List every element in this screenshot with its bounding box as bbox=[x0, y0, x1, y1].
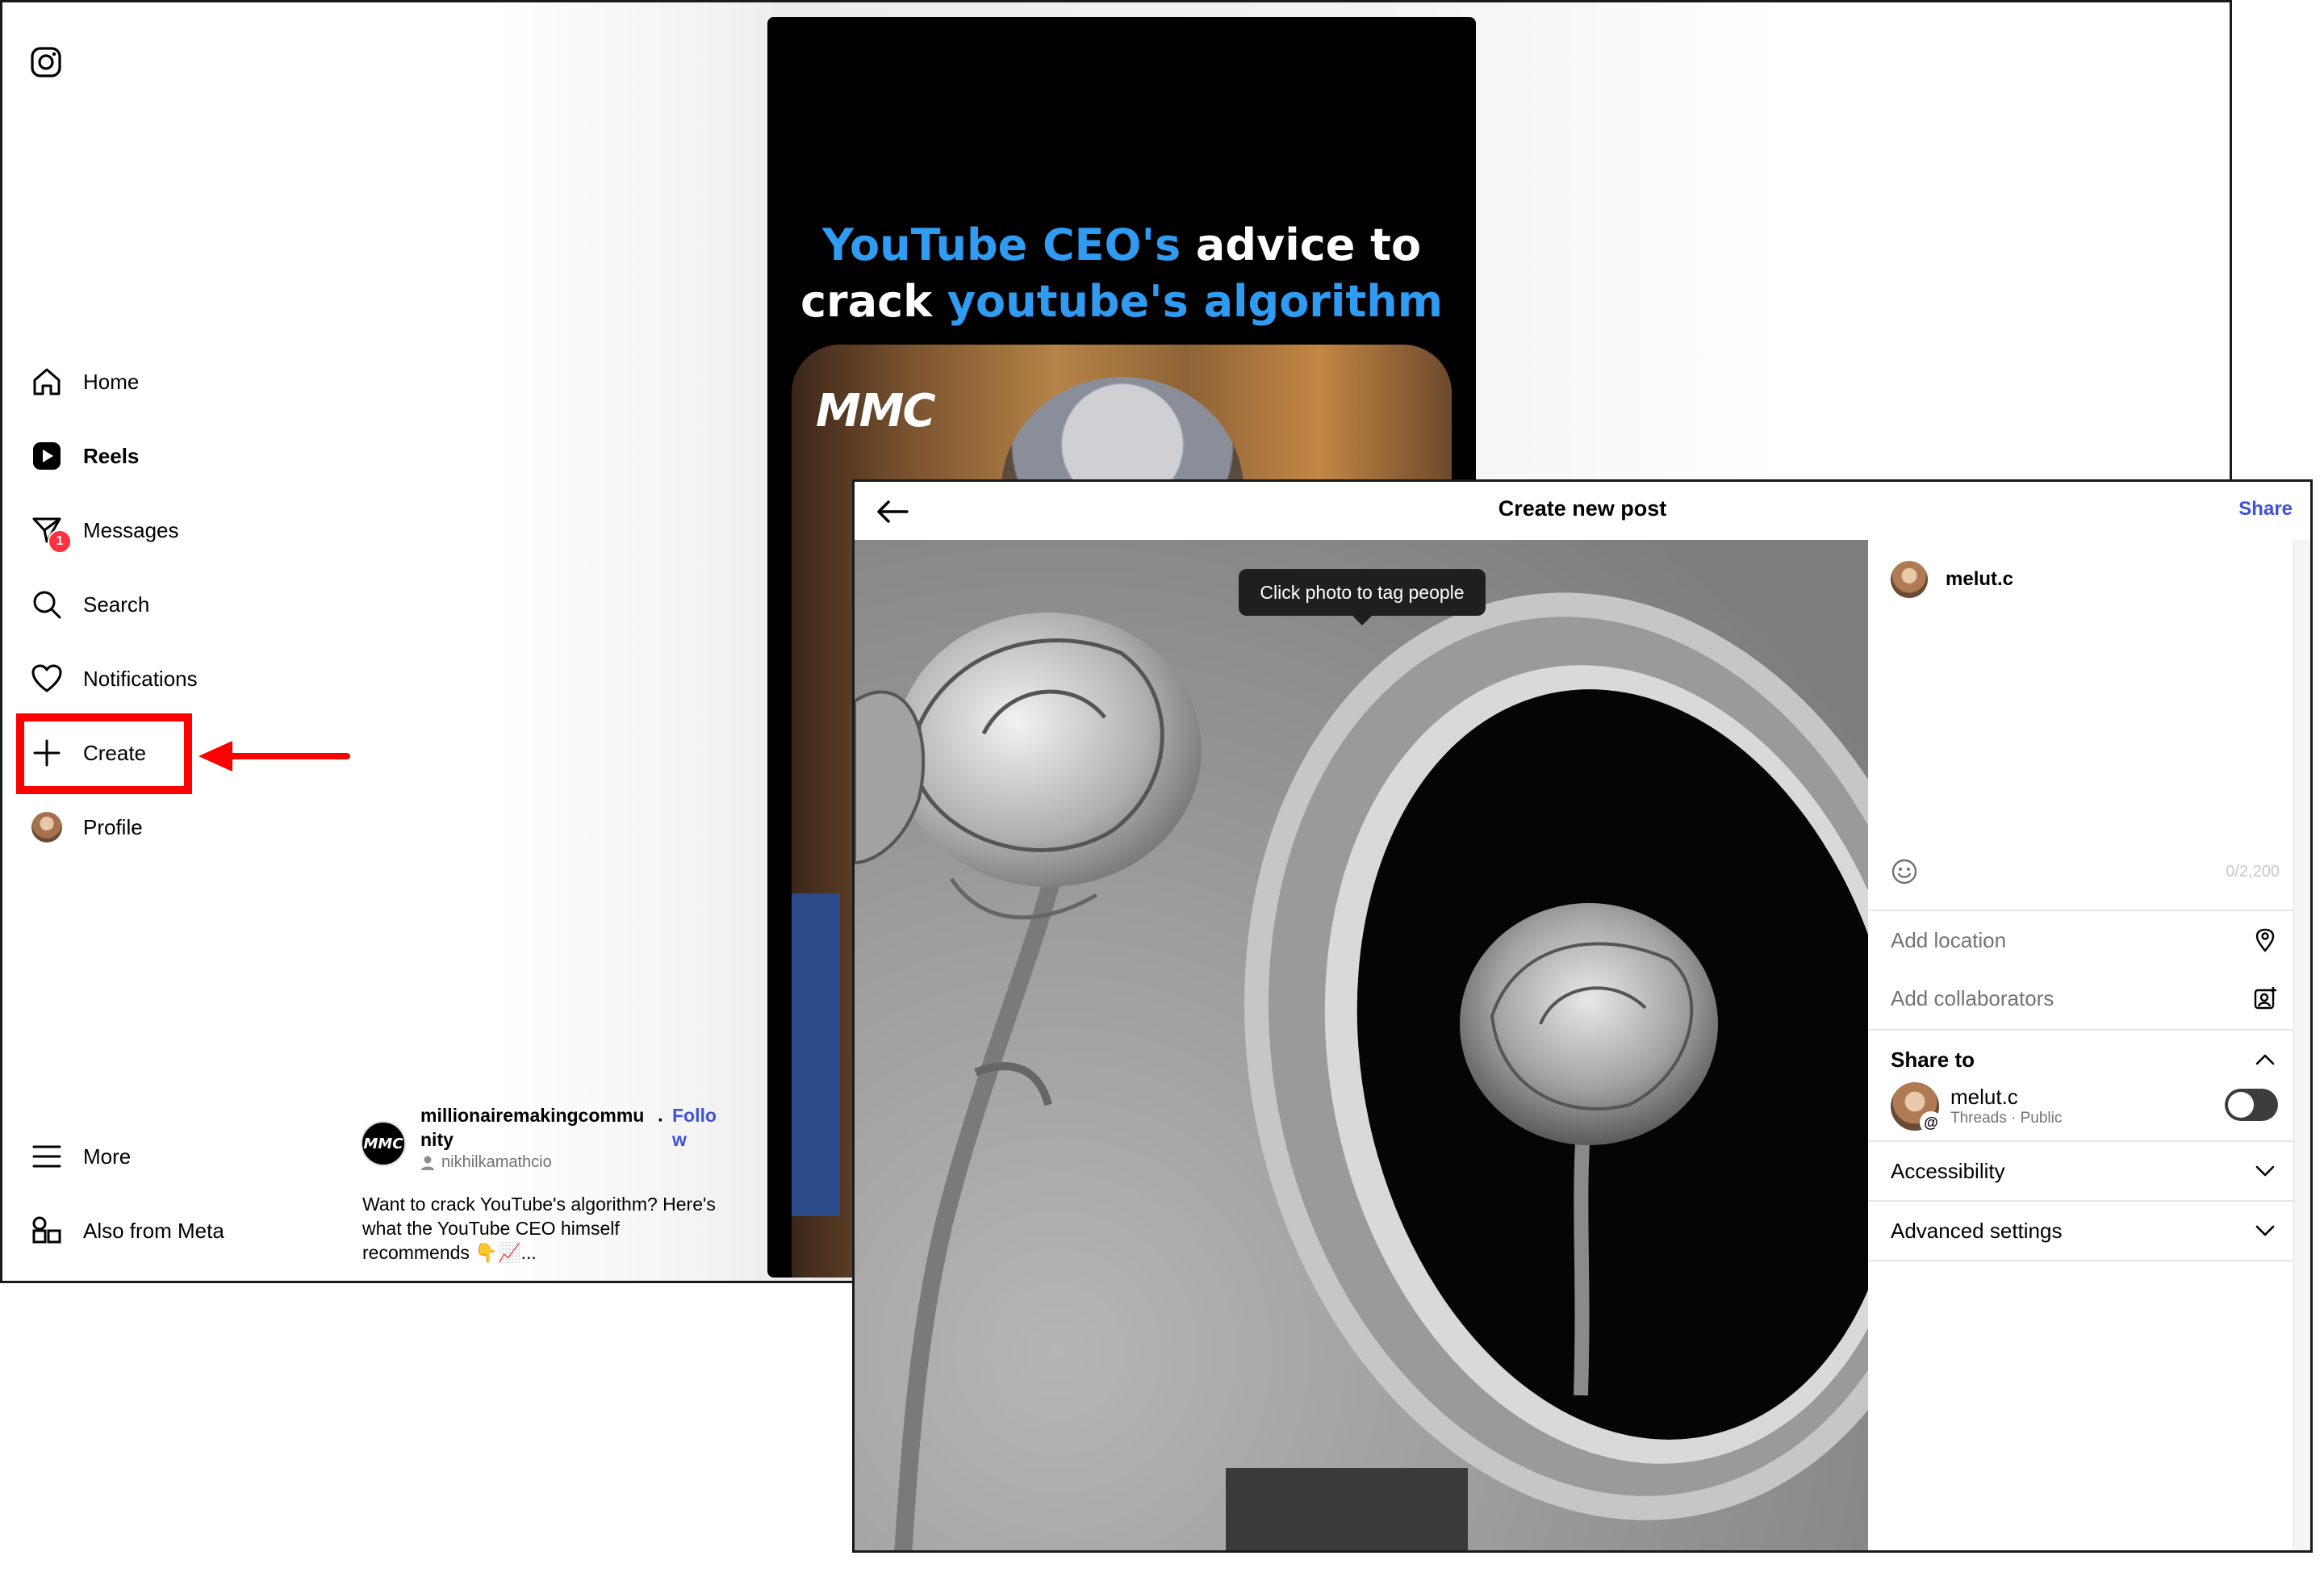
reel-audio-label: nikhilkamathcio bbox=[441, 1153, 552, 1171]
location-pin-icon bbox=[2252, 927, 2278, 953]
separator-dot: · bbox=[658, 1110, 664, 1131]
heart-icon bbox=[30, 662, 64, 696]
modal-title: Create new post bbox=[1498, 496, 1667, 521]
toggle-knob bbox=[2228, 1092, 2254, 1118]
reel-title-part: advice to bbox=[1181, 220, 1422, 270]
advanced-settings-section[interactable]: Advanced settings bbox=[1868, 1202, 2299, 1260]
threads-icon: @ bbox=[1920, 1111, 1942, 1134]
meta-apps-icon bbox=[30, 1214, 64, 1248]
threads-username: melut.c bbox=[1950, 1085, 2018, 1109]
share-to-label: Share to bbox=[1891, 1047, 1975, 1072]
sidebar-item-label: Messages bbox=[83, 517, 179, 542]
post-photo[interactable]: Click photo to tag people bbox=[855, 540, 1868, 1550]
reel-watermark: MMC bbox=[816, 385, 936, 437]
sidebar-item-home[interactable]: Home bbox=[30, 358, 139, 406]
avatar bbox=[1891, 561, 1928, 598]
sidebar-item-label: Profile bbox=[83, 814, 143, 839]
sidebar-item-label: Reels bbox=[83, 443, 140, 468]
notification-badge: 1 bbox=[48, 529, 72, 554]
rose-mirror-photo bbox=[855, 540, 1868, 1550]
advanced-settings-label: Advanced settings bbox=[1891, 1218, 2063, 1243]
reel-title-part: YouTube CEO's bbox=[821, 220, 1181, 270]
emoji-icon[interactable] bbox=[1891, 858, 1918, 885]
reel-author-username[interactable]: millionairemakingcommunity bbox=[420, 1103, 654, 1152]
reel-title-part: crack bbox=[800, 276, 947, 327]
share-to-threads-row: @ melut.c Threads · Public bbox=[1891, 1081, 2278, 1134]
home-icon bbox=[30, 365, 64, 399]
profile-avatar-wrapper bbox=[30, 810, 64, 844]
add-location-row[interactable]: Add location bbox=[1868, 911, 2299, 969]
threads-visibility: Threads · Public bbox=[1950, 1110, 2063, 1127]
chevron-down-icon bbox=[2252, 1158, 2278, 1184]
reel-audio[interactable]: nikhilkamathcio bbox=[420, 1153, 552, 1172]
reel-title-part: youtube's algorithm bbox=[947, 276, 1443, 327]
menu-icon bbox=[30, 1140, 64, 1173]
sidebar-item-label: Home bbox=[83, 369, 140, 394]
accessibility-section[interactable]: Accessibility bbox=[1868, 1142, 2299, 1200]
post-details-panel: melut.c 0/2,200 Add location Add collabo… bbox=[1868, 540, 2299, 1550]
reel-author-avatar[interactable]: MMC bbox=[361, 1121, 406, 1166]
create-post-modal: Create new post Share Click photo to tag… bbox=[852, 479, 2313, 1553]
tag-people-tooltip: Click photo to tag people bbox=[1239, 569, 1486, 625]
sidebar-item-label: Also from Meta bbox=[83, 1218, 224, 1243]
messages-icon: 1 bbox=[30, 513, 72, 554]
share-button[interactable]: Share bbox=[2238, 498, 2293, 521]
person-icon bbox=[421, 1156, 434, 1170]
side-panel-scrollbar[interactable] bbox=[2293, 540, 2310, 1550]
follow-button[interactable]: Follow bbox=[672, 1103, 721, 1152]
sidebar-item-label: Notifications bbox=[83, 666, 198, 691]
add-location-label: Add location bbox=[1891, 927, 2007, 952]
character-count: 0/2,200 bbox=[2226, 863, 2280, 880]
chevron-up-icon bbox=[2252, 1047, 2278, 1073]
chevron-down-icon bbox=[2252, 1218, 2278, 1244]
sidebar-item-reels[interactable]: Reels bbox=[30, 432, 139, 480]
add-collaborator-icon bbox=[2252, 985, 2278, 1011]
create-highlight-box bbox=[16, 713, 192, 794]
sidebar-item-messages[interactable]: 1 Messages bbox=[30, 506, 179, 554]
add-collaborators-label: Add collaborators bbox=[1891, 985, 2054, 1010]
sidebar-item-also-from-meta[interactable]: Also from Meta bbox=[30, 1207, 224, 1255]
reel-title: YouTube CEO's advice to crack youtube's … bbox=[767, 217, 1476, 330]
share-to-threads-toggle[interactable] bbox=[2225, 1089, 2278, 1121]
sidebar-item-more[interactable]: More bbox=[30, 1132, 131, 1181]
sidebar-item-label: More bbox=[83, 1144, 132, 1169]
instagram-logo-icon[interactable] bbox=[30, 46, 62, 78]
threads-account-text: melut.c Threads · Public bbox=[1950, 1085, 2062, 1128]
reels-icon bbox=[30, 439, 64, 473]
accessibility-label: Accessibility bbox=[1891, 1158, 2005, 1183]
sidebar-item-label: Search bbox=[83, 592, 150, 617]
reel-person-shoulder bbox=[792, 893, 840, 1216]
red-arrow-annotation bbox=[199, 741, 350, 772]
avatar bbox=[31, 812, 62, 843]
divider bbox=[1868, 1260, 2299, 1261]
sidebar-item-notifications[interactable]: Notifications bbox=[30, 654, 198, 703]
modal-header: Create new post Share bbox=[855, 482, 2310, 542]
author-username: melut.c bbox=[1946, 568, 2014, 590]
caption-input[interactable] bbox=[1891, 613, 2270, 847]
sidebar-item-profile[interactable]: Profile bbox=[30, 803, 143, 851]
search-icon bbox=[30, 588, 64, 621]
sidebar-item-search[interactable]: Search bbox=[30, 580, 149, 629]
add-collaborators-row[interactable]: Add collaborators bbox=[1868, 969, 2299, 1027]
reel-caption-text: Want to crack YouTube's algorithm? Here'… bbox=[362, 1194, 716, 1263]
threads-avatar: @ bbox=[1891, 1082, 1942, 1134]
post-author: melut.c bbox=[1891, 561, 2013, 598]
